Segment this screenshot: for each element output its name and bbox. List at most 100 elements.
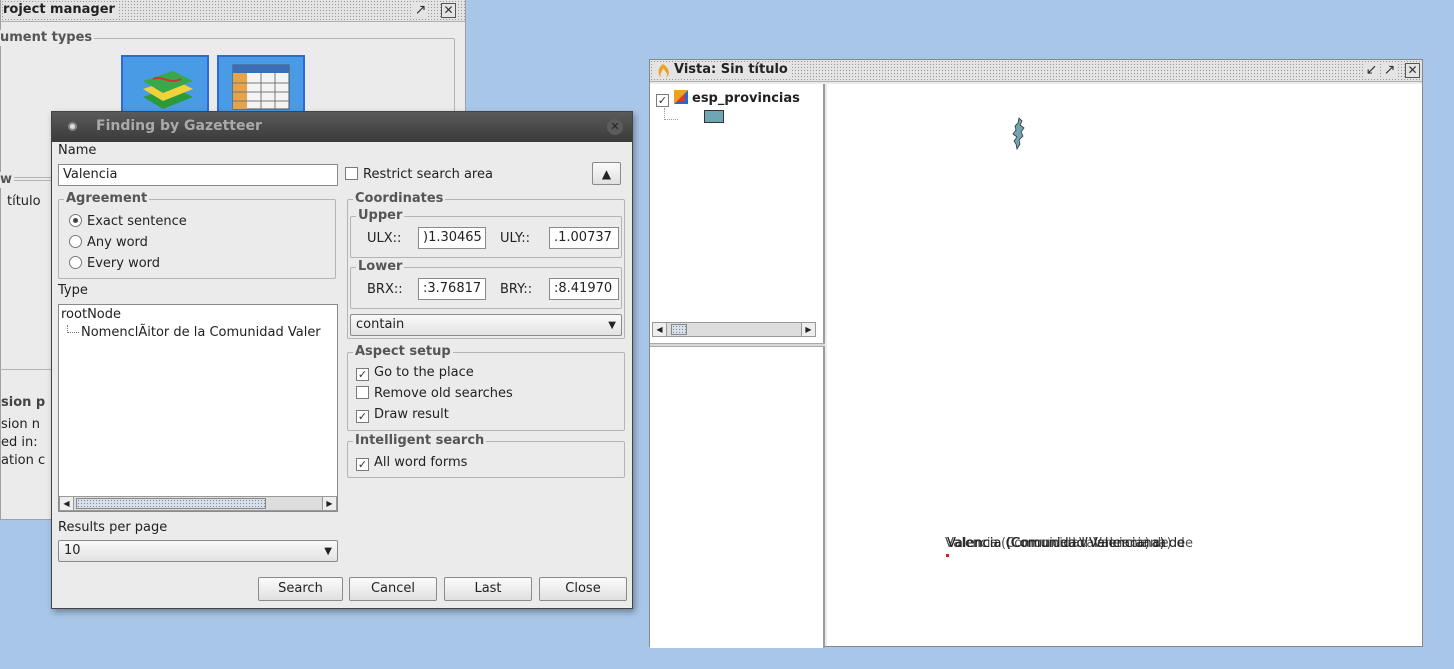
tree-root-node[interactable]: rootNode (61, 307, 121, 323)
triangle-up-icon: ▲ (601, 167, 612, 181)
table-document-type-icon[interactable] (217, 55, 305, 115)
name-input[interactable]: Valencia (58, 164, 338, 186)
scroll-right-icon[interactable]: ▶ (801, 323, 815, 336)
bry-input[interactable]: :8.41970 (549, 278, 619, 300)
close-icon[interactable]: ✕ (1405, 63, 1420, 78)
coordinates-group: Coordinates Upper ULX:: )1.30465 ULY:: .… (347, 191, 625, 339)
intelligent-search-group: Intelligent search ✓ All word forms (347, 433, 625, 478)
checkbox-icon[interactable] (345, 167, 358, 180)
overlapping-labels: Valencia (Comunidad Valenciana) de Valen… (945, 536, 1287, 556)
dialog-menu-icon[interactable] (68, 122, 77, 131)
gazetteer-title: Finding by Gazetteer (96, 118, 262, 134)
map-canvas[interactable]: Valencia (Comunidad Valenciana) de Valen… (827, 84, 1422, 646)
remove-old-searches-label: Remove old searches (374, 386, 513, 401)
agreement-group: Agreement Exact sentence Any word Every … (58, 191, 336, 279)
view-document-type-icon[interactable] (121, 55, 209, 115)
table-of-contents-panel[interactable]: ✓ esp_provincias ◀ ▶ (650, 84, 825, 648)
uly-input[interactable]: .1.00737 (549, 227, 619, 249)
layer-legend-swatch (704, 110, 724, 123)
upper-legend: Upper (356, 208, 405, 224)
brx-input[interactable]: :3.76817 (418, 278, 486, 300)
brx-label: BRX:: (367, 282, 403, 297)
collapse-button[interactable]: ▲ (592, 162, 621, 185)
all-word-forms-checkbox[interactable]: ✓ All word forms (356, 455, 467, 471)
scrollbar-thumb[interactable] (671, 324, 687, 335)
session-line-3: ation c (1, 453, 46, 468)
type-tree-scrollbar[interactable]: ◀ ▶ (59, 496, 337, 511)
layer-row[interactable]: ✓ esp_provincias (656, 90, 800, 108)
lower-group: Lower BRX:: :3.76817 BRY:: :8.41970 (350, 259, 622, 309)
spatial-relation-value: contain (356, 317, 405, 332)
checkmark-icon[interactable]: ✓ (356, 368, 369, 381)
aspect-setup-legend: Aspect setup (353, 344, 453, 360)
uly-label: ULY:: (500, 231, 531, 246)
ulx-label: ULX:: (367, 231, 402, 246)
gazetteer-dialog: Finding by Gazetteer ✕ Name Valencia Agr… (51, 111, 633, 609)
all-word-forms-label: All word forms (374, 455, 468, 470)
results-per-page-select[interactable]: 10 ▼ (58, 540, 338, 562)
radio-icon[interactable] (69, 256, 82, 269)
radio-icon[interactable] (69, 235, 82, 248)
tree-child-node[interactable]: NomenclÃitor de la Comunidad Valer (81, 325, 321, 341)
exact-sentence-radio[interactable]: Exact sentence (69, 214, 187, 230)
close-icon[interactable]: ✕ (441, 3, 456, 18)
view-window-logo-icon (655, 63, 671, 83)
maximize-icon[interactable]: ↗ (413, 3, 428, 18)
ulx-input[interactable]: )1.30465 (418, 227, 486, 249)
gazetteer-titlebar[interactable]: Finding by Gazetteer ✕ (52, 112, 632, 142)
chevron-down-icon: ▼ (324, 546, 332, 557)
type-tree[interactable]: rootNode NomenclÃitor de la Comunidad Va… (58, 304, 338, 512)
checkbox-icon[interactable] (356, 386, 369, 399)
restrict-search-area-label: Restrict search area (363, 167, 493, 182)
toc-locator-divider[interactable] (650, 343, 825, 347)
valencia-region-shape (1012, 117, 1025, 151)
radio-selected-icon[interactable] (69, 214, 82, 227)
spatial-relation-select[interactable]: contain ▼ (350, 314, 622, 336)
layer-visibility-checkbox[interactable]: ✓ (656, 94, 669, 107)
last-button[interactable]: Last (444, 577, 532, 601)
view-list-item[interactable]: título (7, 194, 41, 210)
checkmark-icon[interactable]: ✓ (356, 458, 369, 471)
lower-legend: Lower (356, 259, 405, 275)
aspect-setup-group: Aspect setup ✓ Go to the place Remove old… (347, 344, 625, 431)
session-line-2: ed in: (1, 435, 38, 450)
upper-group: Upper ULX:: )1.30465 ULY:: .1.00737 (350, 208, 622, 258)
scroll-left-icon[interactable]: ◀ (653, 323, 667, 336)
go-to-place-checkbox[interactable]: ✓ Go to the place (356, 365, 474, 381)
results-per-page-value: 10 (64, 543, 81, 558)
project-manager-titlebar[interactable]: roject manager ↗ ✕ (1, 0, 465, 22)
remove-old-searches-checkbox[interactable]: Remove old searches (356, 386, 513, 402)
tree-connector (664, 108, 678, 120)
agreement-legend: Agreement (64, 191, 150, 207)
scrollbar-thumb[interactable] (76, 498, 266, 509)
draw-result-label: Draw result (374, 407, 449, 422)
close-icon[interactable]: ✕ (607, 119, 623, 135)
views-legend: w (0, 172, 15, 188)
restrict-search-area-checkbox[interactable]: Restrict search area (345, 167, 493, 183)
chevron-down-icon: ▼ (608, 320, 616, 331)
exact-sentence-label: Exact sentence (87, 214, 187, 229)
intelligent-search-legend: Intelligent search (353, 433, 487, 449)
cancel-button[interactable]: Cancel (349, 577, 437, 601)
search-button[interactable]: Search (258, 577, 343, 601)
tree-connector (67, 325, 79, 333)
close-button[interactable]: Close (539, 577, 627, 601)
view-window: Vista: Sin título ↙ ↗ ✕ ✓ esp_provincias… (649, 59, 1423, 648)
document-types-legend: ument types (0, 30, 95, 46)
maximize-icon[interactable]: ↗ (1382, 63, 1397, 78)
scroll-right-icon[interactable]: ▶ (322, 497, 336, 510)
coordinates-legend: Coordinates (353, 191, 446, 207)
any-word-radio[interactable]: Any word (69, 235, 148, 251)
view-window-titlebar[interactable]: Vista: Sin título ↙ ↗ ✕ (650, 60, 1422, 82)
draw-result-checkbox[interactable]: ✓ Draw result (356, 407, 449, 423)
minimize-icon[interactable]: ↙ (1364, 63, 1379, 78)
result-label-overlap-2: Valencia (Comunidad Valenciana) de (945, 536, 1194, 551)
results-per-page-label: Results per page (58, 520, 168, 535)
checkmark-icon[interactable]: ✓ (356, 410, 369, 423)
scroll-left-icon[interactable]: ◀ (60, 497, 74, 510)
view-window-title: Vista: Sin título (654, 62, 792, 78)
every-word-radio[interactable]: Every word (69, 256, 160, 272)
bry-label: BRY:: (500, 282, 533, 297)
toc-horizontal-scrollbar[interactable]: ◀ ▶ (652, 322, 816, 337)
session-line-1: sion n (1, 417, 40, 432)
